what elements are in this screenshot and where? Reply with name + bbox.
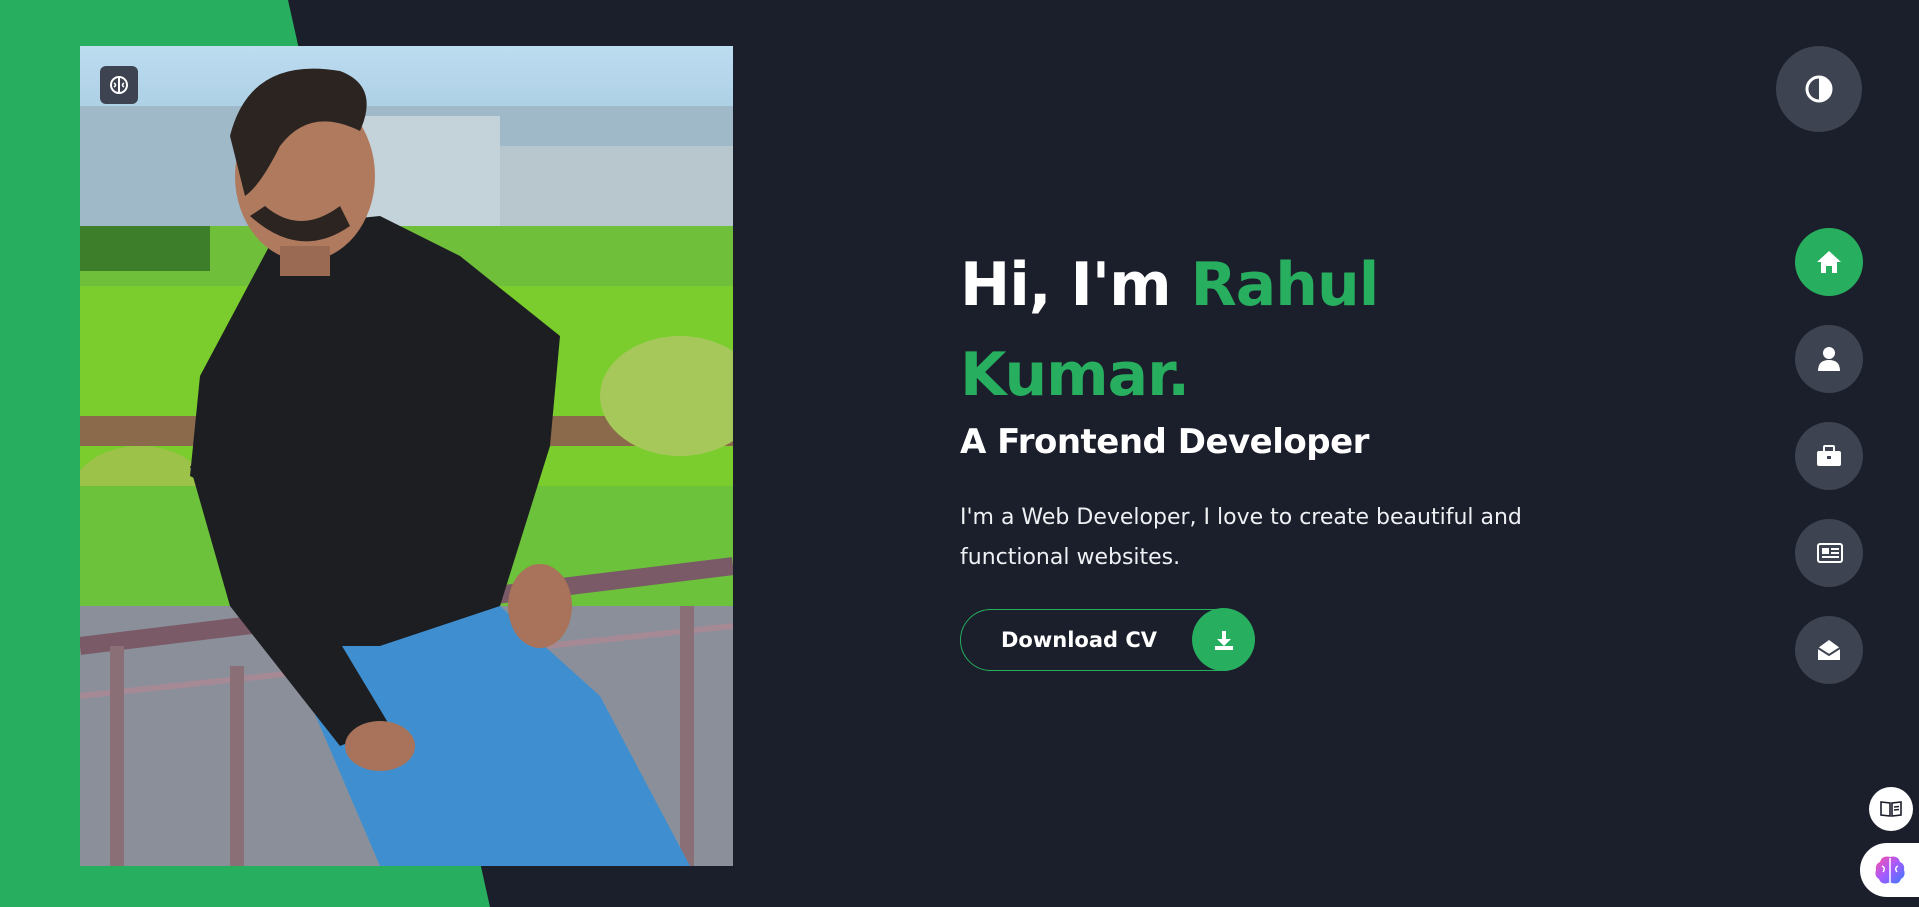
download-icon [1192, 608, 1255, 671]
contrast-icon [1805, 75, 1833, 103]
photo-brain-icon[interactable] [100, 66, 138, 104]
briefcase-icon [1817, 445, 1841, 466]
nav-blog-button[interactable] [1795, 519, 1863, 587]
hero-section: Hi, I'm Rahul Kumar. A Frontend Develope… [960, 240, 1580, 578]
home-icon [1817, 251, 1841, 273]
theme-toggle-button[interactable] [1776, 46, 1862, 132]
user-icon [1818, 347, 1840, 371]
hero-headline: Hi, I'm Rahul Kumar. [960, 240, 1580, 420]
reader-mode-button[interactable] [1869, 787, 1913, 831]
assistant-extension-button[interactable] [1860, 843, 1919, 897]
hero-subtitle: A Frontend Developer [960, 422, 1369, 462]
hero-bio: I'm a Web Developer, I love to create be… [960, 505, 1522, 570]
nav-contact-button[interactable] [1795, 616, 1863, 684]
nav-about-button[interactable] [1795, 325, 1863, 393]
profile-photo [80, 46, 733, 866]
reader-icon [1880, 801, 1902, 817]
profile-photo-illustration [80, 46, 733, 866]
newspaper-icon [1817, 543, 1843, 563]
download-cv-button[interactable]: Download CV [960, 608, 1255, 671]
envelope-open-icon [1817, 640, 1841, 660]
download-cv-label: Download CV [1001, 628, 1158, 652]
nav-portfolio-button[interactable] [1795, 422, 1863, 490]
hero-greeting: Hi, I'm [960, 250, 1172, 320]
nav-home-button[interactable] [1795, 228, 1863, 296]
brain-icon [1874, 856, 1905, 884]
